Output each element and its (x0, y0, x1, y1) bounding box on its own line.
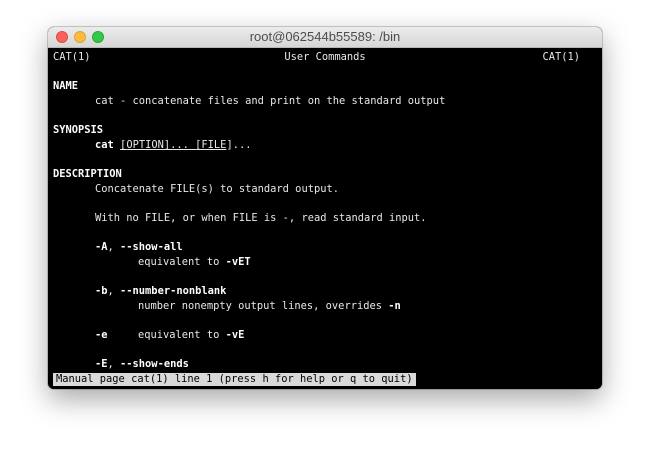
option-A-desc-prefix: equivalent to (138, 256, 226, 268)
title-bar[interactable]: root@062544b55589: /bin (48, 27, 602, 48)
terminal-content[interactable]: CAT(1) User Commands CAT(1) NAME cat - c… (48, 48, 602, 389)
option-A-long: --show-all (120, 241, 183, 253)
terminal-window: root@062544b55589: /bin CAT(1) User Comm… (48, 27, 602, 389)
synopsis-option-close: ]... (163, 139, 196, 151)
option-E-separator: , (107, 358, 121, 370)
description-line-2: With no FILE, or when FILE is -, read st… (95, 212, 427, 224)
option-e-short: -e (95, 329, 108, 341)
option-b: -b, --number-nonblank (95, 284, 226, 298)
pager-status-bar: Manual page cat(1) line 1 (press h for h… (53, 373, 416, 386)
option-b-desc-prefix: number nonempty output lines, overrides (138, 300, 389, 312)
window-title: root@062544b55589: /bin (249, 29, 401, 44)
option-b-separator: , (107, 285, 121, 297)
synopsis-option: OPTION (126, 139, 164, 151)
synopsis-command: cat (95, 139, 114, 151)
option-E-short: -E (95, 358, 108, 370)
option-b-desc-flag: -n (388, 300, 401, 312)
man-header-center: User Commands (284, 51, 366, 63)
option-E-long: --show-ends (120, 358, 189, 370)
description-line-1: Concatenate FILE(s) to standard output. (95, 183, 339, 195)
option-A-description: equivalent to -vET (138, 255, 251, 269)
option-e-description: equivalent to -vE (138, 328, 244, 342)
option-A-separator: , (107, 241, 121, 253)
option-b-short: -b (95, 285, 108, 297)
option-E: -E, --show-ends (95, 357, 189, 371)
synopsis-heading: SYNOPSIS (53, 124, 104, 136)
option-e-desc-flag: -vE (225, 329, 245, 341)
synopsis-file: FILE (201, 139, 227, 151)
description-heading: DESCRIPTION (53, 168, 122, 180)
synopsis-file-close: ]... (226, 139, 252, 151)
option-A-desc-flag: -vET (225, 256, 251, 268)
name-text: cat - concatenate files and print on the… (95, 95, 446, 107)
synopsis-line: cat [OPTION]... [FILE]... (95, 138, 251, 152)
option-b-long: --number-nonblank (120, 285, 227, 297)
man-header-right: CAT(1) (542, 51, 580, 63)
option-e-desc-prefix: equivalent to (138, 329, 226, 341)
name-heading: NAME (53, 80, 79, 92)
option-A-short: -A (95, 241, 108, 253)
option-b-description: number nonempty output lines, overrides … (138, 299, 401, 313)
option-A: -A, --show-all (95, 240, 183, 254)
